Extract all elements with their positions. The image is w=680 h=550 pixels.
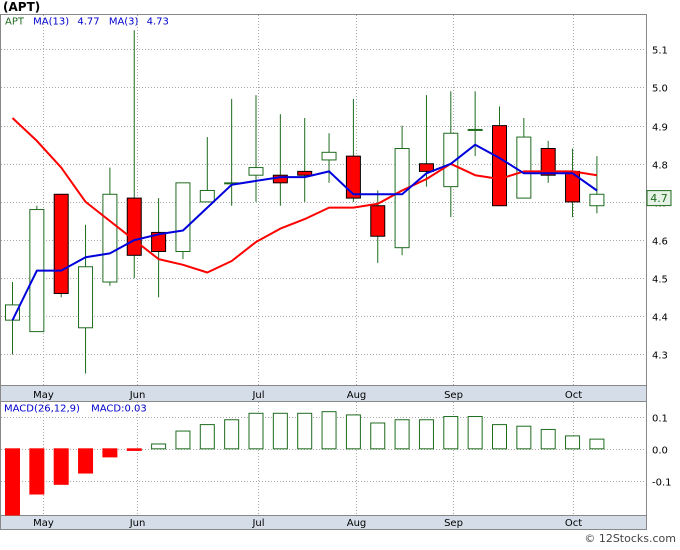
macd-bar-positive bbox=[443, 416, 459, 450]
price-y-tick-label: 4.5 bbox=[652, 275, 668, 286]
stock-chart: 4.3 4.4 4.5 4.6 4.7 4.8 4.9 5.0 5.1 0.1 0.0 -0.1 M… bbox=[0, 0, 680, 546]
macd-month-label: Jul bbox=[251, 518, 264, 529]
macd-legend-value: 0.03 bbox=[125, 404, 147, 415]
price-y-tick-label: 4.6 bbox=[652, 237, 668, 248]
price-y-tick-label: 5.1 bbox=[652, 46, 668, 57]
macd-bar-positive bbox=[321, 411, 337, 450]
macd-axis-strip bbox=[0, 515, 647, 530]
candle-body-up bbox=[394, 148, 410, 249]
legend-ticker: APT bbox=[5, 17, 25, 28]
macd-bar-positive bbox=[540, 428, 556, 450]
price-y-tick-label: 4.9 bbox=[652, 123, 668, 134]
macd-y-tick-label: -0.1 bbox=[652, 478, 672, 489]
candle-body-down bbox=[126, 197, 142, 256]
candle-body-down bbox=[418, 163, 434, 172]
price-month-label: May bbox=[33, 390, 54, 401]
last-price-badge: 4.7 bbox=[646, 190, 672, 207]
macd-bar-positive bbox=[151, 443, 167, 450]
price-y-tick-label: 4.8 bbox=[652, 161, 668, 172]
candle-body-down bbox=[53, 193, 69, 294]
candle-body-up bbox=[5, 304, 20, 321]
macd-bar-negative bbox=[78, 448, 94, 474]
price-month-label: Sep bbox=[444, 390, 463, 401]
legend-ma13-value: 4.77 bbox=[77, 17, 99, 28]
macd-bar-positive bbox=[492, 424, 507, 450]
macd-bar-positive bbox=[272, 412, 288, 450]
macd-bar-positive bbox=[224, 419, 240, 450]
macd-bar-negative bbox=[102, 448, 118, 458]
price-y-tick-label: 5.0 bbox=[652, 84, 668, 95]
macd-bar-positive bbox=[175, 430, 191, 450]
candle-body-up bbox=[78, 266, 94, 329]
macd-bar-positive bbox=[370, 422, 386, 450]
price-month-label: Jun bbox=[129, 390, 146, 401]
candle-body-down bbox=[370, 205, 386, 237]
macd-bar-positive bbox=[345, 414, 361, 450]
macd-bar-positive bbox=[394, 419, 410, 450]
candle-body-up bbox=[321, 151, 337, 161]
price-y-tick-label: 4.3 bbox=[652, 351, 668, 362]
candle-body-down bbox=[345, 155, 361, 199]
chart-title: (APT) bbox=[3, 0, 40, 14]
legend-ma3-value: 4.73 bbox=[147, 17, 169, 28]
macd-bar-negative bbox=[53, 448, 69, 485]
price-y-tick-label: 4.4 bbox=[652, 313, 668, 324]
macd-bar-positive bbox=[297, 412, 313, 450]
candle-body-up bbox=[248, 167, 264, 176]
candle-body-down bbox=[492, 125, 507, 207]
macd-legend: MACD(26,12,9) MACD:0.03 bbox=[4, 404, 147, 415]
macd-bar-positive bbox=[565, 435, 581, 450]
chart-canvas: 4.3 4.4 4.5 4.6 4.7 4.8 4.9 5.0 5.1 0.1 0.0 -0.1 M… bbox=[0, 0, 676, 545]
price-panel-frame bbox=[0, 14, 647, 386]
candle-body-up bbox=[467, 128, 483, 131]
macd-y-tick-labels: 0.1 0.0 -0.1 bbox=[652, 414, 672, 489]
macd-bar-negative bbox=[5, 448, 20, 516]
legend-ma3-label: MA(3) bbox=[109, 17, 139, 28]
candle-body-up bbox=[175, 182, 191, 252]
macd-month-label: Oct bbox=[565, 518, 582, 529]
macd-bar-negative bbox=[126, 448, 142, 451]
macd-y-tick-label: 0.0 bbox=[652, 446, 668, 457]
macd-month-label: May bbox=[33, 518, 54, 529]
candle-body-up bbox=[516, 136, 532, 199]
price-axis-strip bbox=[0, 385, 647, 402]
price-month-label: Aug bbox=[347, 390, 367, 401]
macd-bar-positive bbox=[589, 438, 605, 450]
macd-legend-value-label: MACD: bbox=[91, 404, 124, 415]
candle-body-up bbox=[589, 193, 605, 207]
macd-bar-positive bbox=[516, 425, 532, 450]
legend-ma13-label: MA(13) bbox=[33, 17, 69, 28]
candle-body-up bbox=[102, 193, 118, 283]
macd-month-label: Jun bbox=[129, 518, 146, 529]
macd-legend-label: MACD(26,12,9) bbox=[4, 404, 80, 415]
last-price-label: 4.7 bbox=[650, 192, 668, 205]
macd-bar-positive bbox=[199, 424, 215, 450]
candle-body-down bbox=[297, 170, 313, 176]
macd-bar-positive bbox=[418, 419, 434, 450]
macd-y-tick-label: 0.1 bbox=[652, 414, 668, 425]
macd-month-label: Aug bbox=[347, 518, 367, 529]
price-month-label: Jul bbox=[251, 390, 264, 401]
price-month-label: Oct bbox=[565, 390, 582, 401]
watermark: © 12Stocks.com bbox=[584, 532, 676, 545]
macd-month-label: Sep bbox=[444, 518, 463, 529]
macd-bar-positive bbox=[248, 412, 264, 450]
candle-body-up bbox=[199, 189, 215, 203]
macd-bar-positive bbox=[467, 416, 483, 450]
macd-bar-negative bbox=[29, 448, 45, 495]
